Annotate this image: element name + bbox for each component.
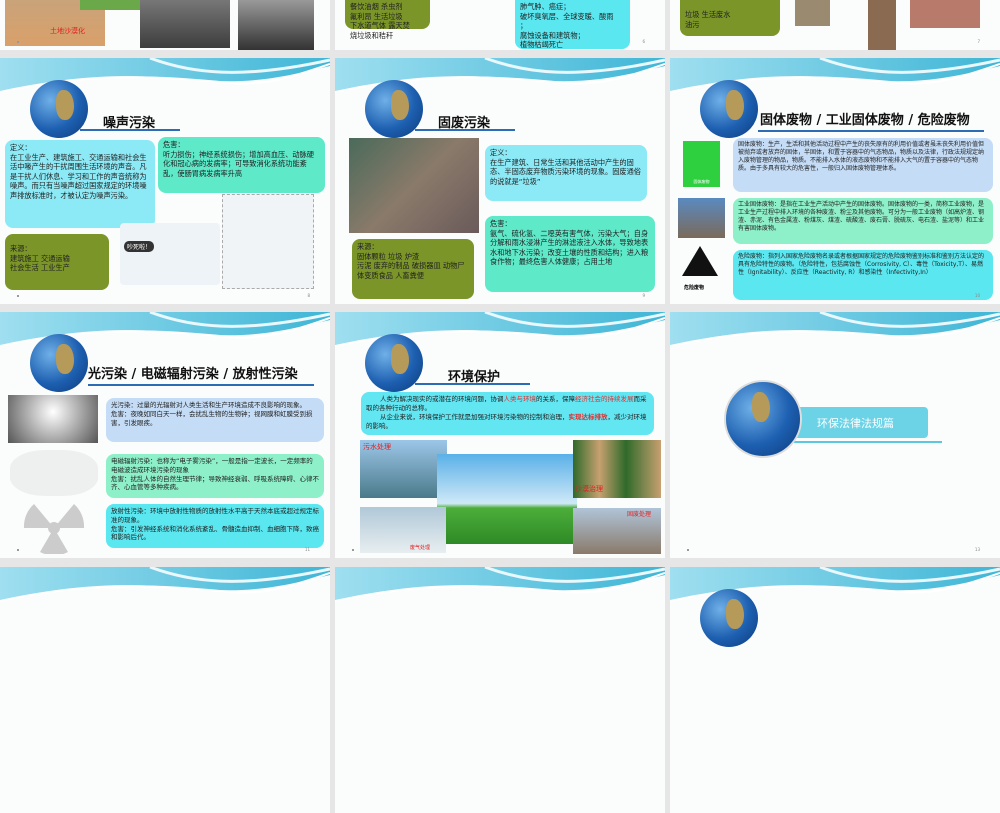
child-photo [868, 0, 896, 50]
radiation-icon [23, 504, 85, 554]
sick-person-photo [795, 0, 830, 26]
slide-title: 光污染 / 电磁辐射污染 / 放射性污染 [88, 367, 298, 382]
harm-box: 危害： 听力损伤；神经系统损伤；增加高血压、动脉硬化和冠心病的发病率；可导致消化… [158, 137, 325, 193]
definition-box: 定义： 在工业生产、建筑施工、交通运输和社会生活中喙产生的干扰周围生活环境的声音… [5, 140, 155, 228]
light-pollution-box: 光污染：过量的光辐射对人类生活和生产环境造成不良影响的现象。 危害：夜晚如同白天… [106, 398, 324, 442]
harm-box: 肺气肿、癌症； 破坏臭氧层、全球变暖、酸雨 ； 腐蚀设备和建筑物； 植物枯竭死亡 [515, 0, 630, 49]
electromagnetic-box: 电磁辐射污染：也称为“电子雾污染”，一般是指一定波长，一定频率的电磁波造成环境污… [106, 454, 324, 498]
light-pollution-photo [8, 395, 98, 443]
slide-13[interactable]: 环保法律法规篇 13 [670, 312, 1000, 558]
nature-photo [437, 454, 577, 544]
header-wave [0, 567, 330, 603]
desert-label: 土地沙漠化 [50, 27, 85, 35]
waste-photo-grid [349, 138, 479, 233]
intro-box: 人类为解决现实的或潜在的环境问题，协调人类与环境的关系，保障经济社会的持续发展而… [361, 392, 654, 435]
industrial-waste-photo [678, 198, 725, 238]
slide-6[interactable]: 餐饮油烟 杀虫剂 氟利昂 生活垃圾 下水道气体 露天焚 烧垃圾和秸秆 肺气肿、癌… [335, 0, 665, 50]
globe-icon [700, 589, 758, 647]
source-box: 餐饮油烟 杀虫剂 氟利昂 生活垃圾 下水道气体 露天焚 烧垃圾和秸秆 [345, 0, 430, 40]
harm-box: 危害： 氨气、硫化氢、二噁英有害气体，污染大气；自身分解和雨水浸淋产生的淋滤液注… [485, 216, 655, 292]
header-wave [335, 567, 665, 603]
slide-9[interactable]: 固废污染 定义： 在生产建筑、日常生活和其他活动中产生的固态、半固态废弃物质污染… [335, 58, 665, 304]
header-wave [670, 312, 1000, 348]
gas-mask-photo [238, 0, 314, 50]
city-noise-drawing [222, 194, 314, 289]
slide-marker [17, 41, 19, 43]
globe-icon [30, 334, 88, 392]
slide-15[interactable] [335, 567, 665, 813]
waste-gas-photo [360, 507, 446, 553]
hazard-sign [682, 246, 718, 276]
industrial-waste-box: 工业固体废物：是指在工业生产活动中产生的固体废物。固体废物的一类，简称工业废物，… [733, 198, 993, 244]
hazard-sign-label: 危险废物 [684, 285, 705, 291]
source-box: 来源： 建筑施工 交通运输 社会生活 工业生产 [5, 234, 109, 290]
electromagnetic-cartoon [10, 450, 98, 496]
slide-16[interactable] [670, 567, 1000, 813]
smog-photo [140, 0, 230, 48]
solid-waste-sign: 固体废物 [683, 141, 720, 187]
radioactive-box: 放射性污染：环境中放射性物质的放射性水平高于天然本底或超过规定标准的现象。 危害… [106, 504, 324, 548]
slide-14[interactable] [0, 567, 330, 813]
slide-11[interactable]: 光污染 / 电磁辐射污染 / 放射性污染 光污染：过量的光辐射对人类生活和生产环… [0, 312, 330, 558]
slide-5[interactable]: 土地沙漠化 [0, 0, 330, 50]
globe-icon [700, 80, 758, 138]
slide-10[interactable]: 固体废物 / 工业固体废物 / 危险废物 固体废物 固体废物：生产，生活和其他活… [670, 58, 1000, 304]
globe-icon [724, 380, 802, 458]
source-box: 来源： 固体颗粒 垃圾 炉渣 污泥 废弃的制品 破损器皿 动物尸体变质食品 人畜… [352, 239, 474, 299]
slide-12[interactable]: 环境保护 人类为解决现实的或潜在的环境问题，协调人类与环境的关系，保障经济社会的… [335, 312, 665, 558]
slide-title: 固体废物 / 工业固体废物 / 危险废物 [760, 113, 970, 128]
mouth-photo [910, 0, 980, 28]
solid-waste-box: 固体废物：生产，生活和其他活动过程中产生的丧失原有的利用价值或者虽未丧失利用价值… [733, 138, 993, 192]
source-box: 垃圾 生活废水 油污 [680, 0, 780, 36]
definition-box: 定义： 在生产建筑、日常生活和其他活动中产生的固态、半固态废弃物质污染环境的现象… [485, 145, 647, 201]
slide-7[interactable]: 垃圾 生活废水 油污 7 [670, 0, 1000, 50]
slide-8[interactable]: 噪声污染 定义： 在工业生产、建筑施工、交通运输和社会生活中喙产生的干扰周围生活… [0, 58, 330, 304]
noise-cartoon: 吵死啦！ [120, 223, 220, 285]
hazardous-waste-box: 危险废物：指列入国家危险废物名录或者根据国家规定的危险废物鉴别标准和鉴别方法认定… [733, 250, 993, 300]
section-title: 环保法律法规篇 [817, 417, 894, 430]
